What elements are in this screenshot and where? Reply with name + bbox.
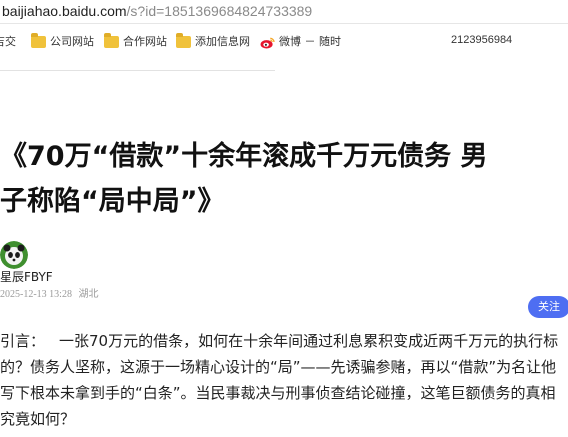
counter-text: 2123956984 [451, 34, 513, 46]
bookmark-company-sites[interactable]: 公司网站 [31, 33, 94, 51]
bookmark-weibo[interactable]: 微博 － 随时 [260, 33, 341, 51]
intro-text: 一张70万元的借条，如何在十余年间通过利息累积变成近两千万元的执行标 [59, 332, 559, 350]
intro-line: 的？债务人坚称，这源于一场精心设计的“局”——先诱骗参赌，再以“借款”为名让他 [0, 358, 557, 376]
title-line: 《70万“借款”十余年滚成千万元债务 男 [0, 141, 488, 172]
publish-location: 湖北 [78, 289, 99, 300]
publish-date: 2025-12-13 13:28 [0, 289, 72, 300]
page-title: 《70万“借款”十余年滚成千万元债务 男 子称陷“局中局”》 [0, 134, 568, 224]
bookmark-label: 合作网站 [123, 35, 167, 48]
author-name[interactable]: 星辰FBYF [0, 268, 53, 285]
publish-meta: 2025-12-13 13:28 湖北 [0, 285, 98, 300]
title-line: 子称陷“局中局”》 [0, 186, 225, 217]
bookmark-add-info[interactable]: 添加信息网 [176, 33, 250, 51]
divider [0, 70, 275, 71]
avatar[interactable] [0, 241, 28, 269]
bookmark-partner-sites[interactable]: 合作网站 [104, 33, 167, 51]
bookmark-label: 微博 － 随时 [279, 35, 341, 48]
url-host: baijiahao.baidu.com [2, 3, 127, 19]
bookmark-label: 吉交 [0, 35, 16, 48]
bookmark-label: 公司网站 [50, 35, 94, 48]
intro-line: 究竟如何？ [0, 410, 76, 428]
bookmark-label: 添加信息网 [195, 35, 250, 48]
intro-label: 引言： [0, 332, 46, 350]
folder-icon [176, 33, 191, 48]
intro-line: 引言： 一张70万元的借条，如何在十余年间通过利息累积变成近两千万元的执行标 [0, 328, 568, 354]
intro-paragraph: 引言： 一张70万元的借条，如何在十余年间通过利息累积变成近两千万元的执行标 的？… [0, 328, 568, 432]
panda-avatar-icon [0, 241, 28, 269]
intro-line: 写下根本未拿到手的“白条”。当民事裁决与刑事侦查结论碰撞，这笔巨额债务的真相 [0, 384, 556, 402]
address-bar[interactable]: baijiahao.baidu.com/s?id=185136968482473… [0, 0, 568, 24]
folder-icon [104, 33, 119, 48]
bookmark-cut-off[interactable]: 吉交 [0, 33, 16, 51]
weibo-icon [260, 37, 275, 49]
folder-icon [31, 33, 46, 48]
url-path: /s?id=1851369684824733389 [126, 3, 313, 19]
follow-button[interactable]: 关注 [528, 296, 568, 318]
